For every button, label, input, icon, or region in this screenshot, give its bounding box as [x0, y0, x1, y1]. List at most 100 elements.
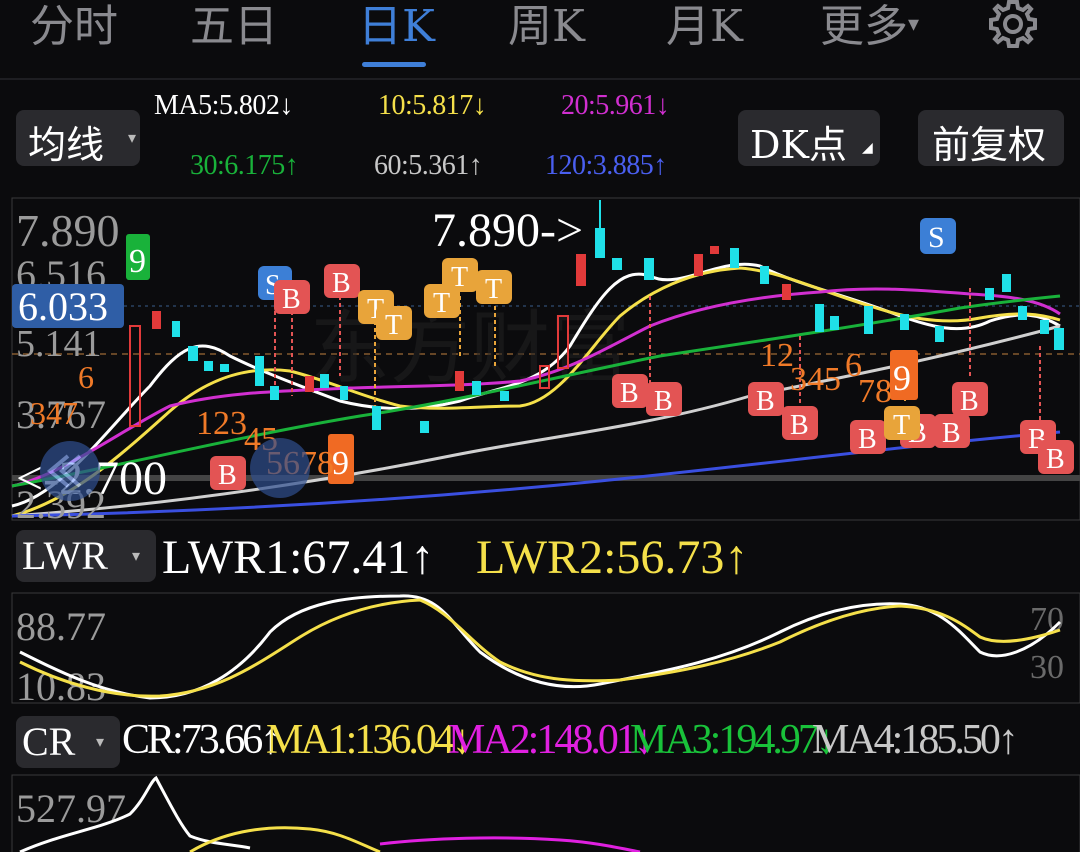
- buy-signal-badge: B: [782, 406, 818, 441]
- candle-down: [1040, 320, 1049, 334]
- lwr1-line: [19, 594, 1062, 700]
- tab-five-day[interactable]: 五日: [190, 0, 278, 54]
- nine-badge-text: 9: [332, 445, 349, 482]
- tab-weekly-k[interactable]: 周K: [508, 0, 585, 54]
- candle-down: [255, 356, 264, 386]
- svg-text:B: B: [756, 386, 775, 417]
- svg-text:B: B: [858, 424, 877, 455]
- candle-up: [576, 254, 586, 286]
- ma5-value: MA5:5.802↓: [154, 90, 293, 121]
- candle-up: [152, 311, 161, 329]
- candle-down: [500, 391, 509, 401]
- count-label: 78: [858, 373, 892, 410]
- cr-ma4-value: MA4:185.50↑: [812, 717, 1019, 763]
- candle-down: [644, 258, 654, 280]
- candle-down: [340, 386, 348, 400]
- buy-signal-badge: B: [274, 280, 310, 315]
- lwr-axis-high: 88.77: [16, 604, 106, 649]
- ma10-value: 10:5.817↓: [378, 90, 487, 121]
- svg-text:T: T: [385, 310, 402, 341]
- candle-down: [472, 381, 481, 395]
- gear-icon[interactable]: [985, 0, 1041, 52]
- svg-text:T: T: [433, 288, 450, 319]
- svg-text:B: B: [942, 418, 961, 449]
- candle-down: [612, 258, 622, 270]
- candle-up: [129, 325, 141, 427]
- scroll-right-icon: [250, 438, 310, 498]
- dk-point-label: DK点: [750, 123, 847, 167]
- buy-signal-badge: B: [850, 420, 886, 455]
- tab-daily-k[interactable]: 日K: [358, 0, 435, 54]
- lwr-chart[interactable]: 88.77 10.83 70 30: [0, 592, 1080, 704]
- t-signal-badge: T: [884, 406, 920, 441]
- candle-down: [1054, 328, 1064, 350]
- t-signal-badge: T: [476, 270, 512, 305]
- count-label: 345: [790, 361, 841, 398]
- svg-text:B: B: [218, 460, 237, 491]
- candle-down: [220, 364, 229, 372]
- buy-signal-badge: B: [934, 414, 970, 449]
- ma120-value: 120:3.885↑: [545, 150, 667, 181]
- svg-text:T: T: [451, 262, 468, 293]
- sell-signal-badge: S: [920, 218, 956, 254]
- tab-intraday[interactable]: 分时: [30, 0, 118, 54]
- caret-down-icon: ▾: [128, 128, 137, 147]
- candle-down: [172, 321, 180, 337]
- candle-down: [730, 248, 739, 268]
- candle-down: [760, 266, 769, 284]
- candle-down: [1002, 274, 1011, 292]
- active-tab-indicator: [362, 62, 426, 67]
- candle-down: [270, 386, 279, 400]
- tab-more-label: 更多: [820, 1, 908, 52]
- svg-text:B: B: [790, 410, 809, 441]
- buy-signal-badge: B: [646, 382, 682, 417]
- lwr-selector-label: LWR: [22, 533, 108, 578]
- candle-down: [1018, 306, 1027, 320]
- cr-ma2-line: [379, 836, 641, 852]
- high-price-annotation: 7.890->: [432, 204, 583, 257]
- count-label: 123: [196, 405, 247, 442]
- svg-text:B: B: [620, 378, 639, 409]
- candle-up: [694, 254, 703, 276]
- candle-up: [710, 246, 719, 254]
- ma30-value: 30:6.175↑: [190, 150, 299, 181]
- ma60-value: 60:5.361↑: [374, 150, 483, 181]
- ma-selector-button[interactable]: 均线 ▾: [16, 110, 140, 167]
- dk-point-button[interactable]: DK点 ◢: [738, 110, 880, 167]
- candlestick-chart[interactable]: 东方财富 7.890-> 7.890 6.516 6.033 5.141 3.7…: [0, 196, 1080, 524]
- buy-signal-badge: B: [210, 456, 246, 491]
- cr-value: CR:73.66↑: [122, 717, 281, 763]
- candle-down: [935, 326, 944, 342]
- svg-text:T: T: [485, 274, 502, 305]
- candle-down: [864, 306, 873, 334]
- candle-down: [420, 421, 429, 433]
- candle-up: [455, 371, 464, 391]
- caret-down-icon: ▾: [908, 12, 920, 37]
- tab-monthly-k[interactable]: 月K: [666, 0, 743, 54]
- svg-text:B: B: [960, 386, 979, 417]
- count-label: 12: [760, 337, 794, 374]
- t-signal-badge: T: [376, 306, 412, 341]
- svg-text:S: S: [928, 221, 945, 254]
- ma20-value: 20:5.961↓: [561, 90, 670, 121]
- buy-signal-badge: B: [1038, 440, 1074, 475]
- buy-signal-badge: B: [952, 382, 988, 417]
- candle-down: [372, 406, 381, 430]
- svg-text:B: B: [654, 386, 673, 417]
- tab-more[interactable]: 更多▾: [820, 0, 919, 54]
- lwr-indicator-selector[interactable]: LWR ▾: [16, 530, 156, 582]
- cr-indicator-selector[interactable]: CR ▾: [16, 716, 120, 768]
- buy-signal-badge: B: [324, 264, 360, 299]
- count-label: 6: [78, 359, 94, 395]
- svg-text:B: B: [332, 268, 351, 299]
- candle-down: [830, 316, 839, 330]
- svg-text:B: B: [1046, 444, 1065, 475]
- price-adjust-button[interactable]: 前复权: [918, 110, 1064, 167]
- candle-up: [305, 376, 314, 392]
- cr-chart[interactable]: 527.97: [0, 774, 1080, 852]
- cr-selector-label: CR: [22, 719, 76, 764]
- axis-label-high: 7.890: [16, 205, 120, 256]
- ma-selector-label: 均线: [28, 123, 105, 167]
- lwr2-value: LWR2:56.73↑: [476, 531, 749, 584]
- lwr-ref-low: 30: [1030, 649, 1064, 686]
